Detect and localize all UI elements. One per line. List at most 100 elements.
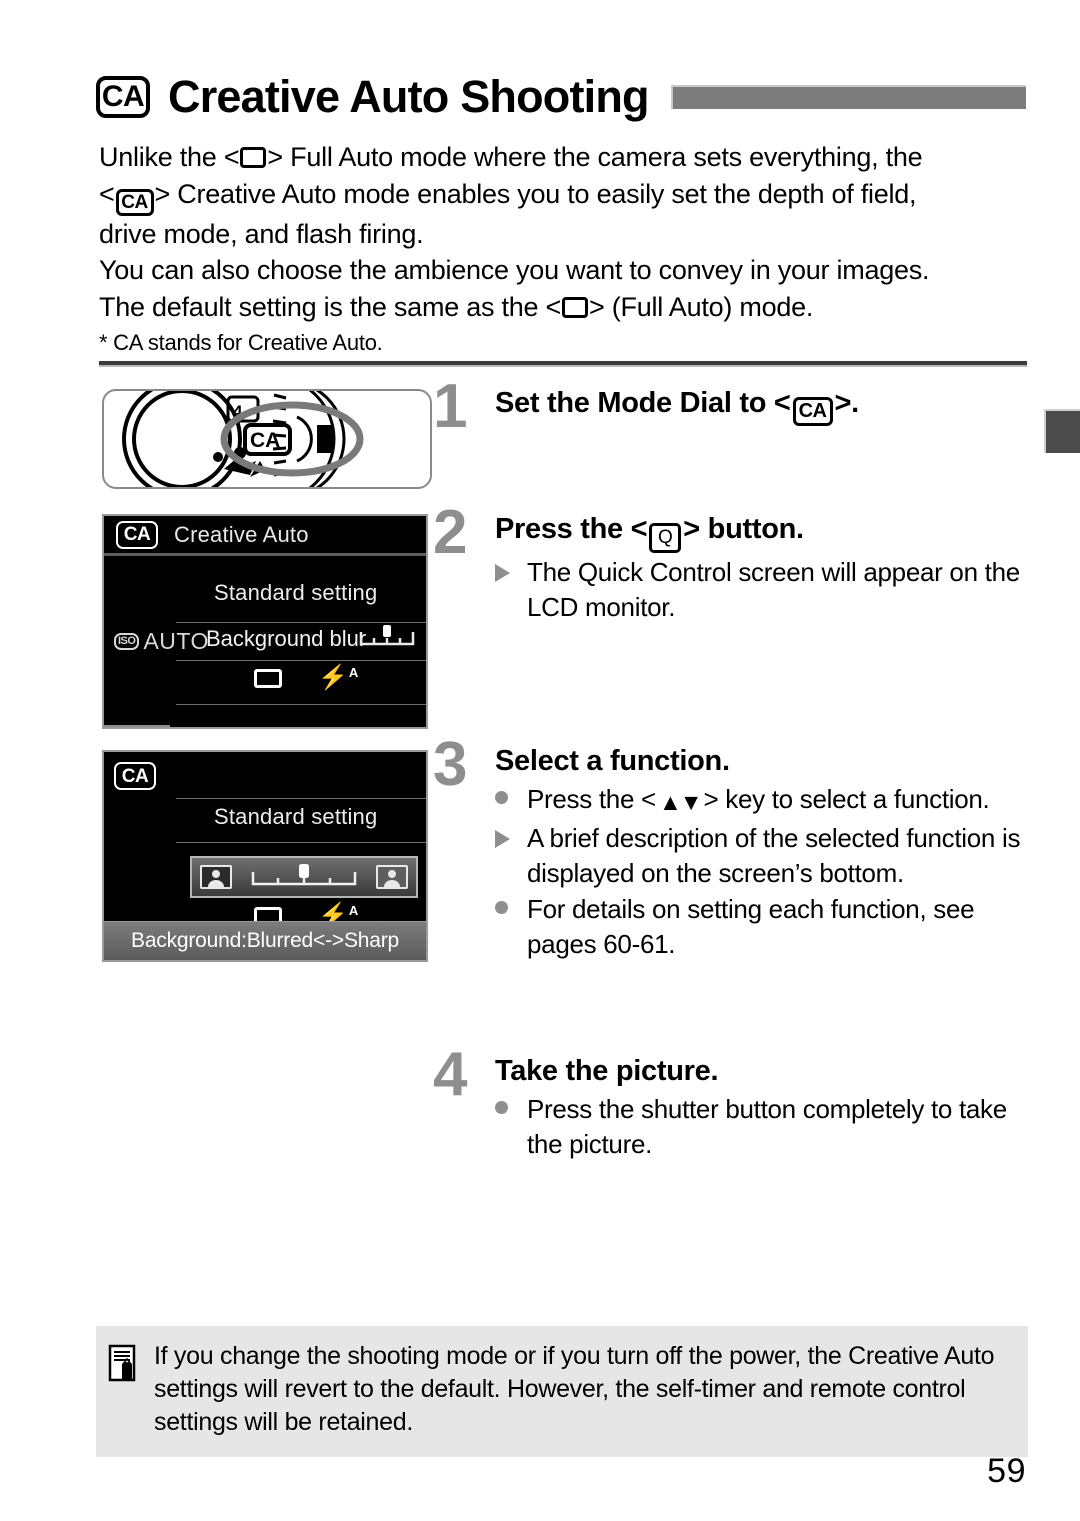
step-4-bullets: Press the shutter button completely to t… [495, 1092, 1029, 1162]
step-4-number: 4 [433, 1040, 468, 1109]
step-3-bullet-1: Press the < ▲▼ > key to select a function. [495, 782, 1029, 820]
dot-bullet-icon-2 [495, 892, 527, 962]
title-decoration-bar [670, 85, 1026, 109]
lcd1-divider-1 [176, 622, 426, 623]
lcd-screen-quick-control: CA Creative Auto Standard setting ISO AUT… [102, 514, 428, 729]
step-2-heading-part-a: Press the < [495, 513, 648, 545]
step-4-bullet-1-text: Press the shutter button completely to t… [527, 1094, 1007, 1159]
lcd1-mode-name: Creative Auto [174, 521, 309, 547]
step-2-heading: Press the < Q > button. [495, 510, 1029, 553]
lcd-screen-function-selected: CA Standard setting ⚡ A Background:Blurre… [102, 750, 428, 962]
full-auto-icon [240, 147, 267, 168]
lcd1-iso-display: ISO AUTO [114, 628, 209, 655]
step-3: 3 Select a function. Press the < ▲▼ > key … [433, 734, 1029, 962]
page-number: 59 [987, 1452, 1026, 1490]
intro-line-1-part-b: > Full Auto mode where the camera sets e… [267, 142, 923, 172]
intro-line-2-part-a: < [99, 178, 115, 209]
intro-line-1: Unlike the < > Full Auto mode where the c… [99, 139, 1029, 176]
mode-dial-illustration: 4 CA [122, 391, 364, 487]
lcd1-iso-value: AUTO [143, 628, 209, 654]
lcd1-drive-flash-row: ⚡ A [254, 666, 358, 690]
step-2-bullet-1: The Quick Control screen will appear on … [495, 555, 1029, 625]
step-1-body: Set the Mode Dial to < CA >. [495, 384, 1029, 426]
lcd1-function-label[interactable]: Background blur [206, 626, 366, 652]
step-3-bullet-2: A brief description of the selected func… [495, 821, 1029, 891]
q-button-icon-step2: Q [649, 523, 682, 553]
sharp-background-icon [376, 865, 408, 889]
step-3-bullet-3: For details on setting each function, se… [495, 892, 1029, 962]
notepad-pencil-icon [108, 1340, 142, 1439]
step-1-number: 1 [433, 372, 468, 441]
step-3-body: Select a function. Press the < ▲▼ > key to… [495, 742, 1029, 962]
section-divider [99, 361, 1027, 367]
intro-line-4: You can also choose the ambience you wan… [99, 255, 930, 285]
lcd1-ca-icon: CA [116, 520, 158, 549]
step-3-bullet-1-part-b: > key to select a function. [703, 784, 990, 814]
step-3-bullets: Press the < ▲▼ > key to select a function.… [495, 782, 1029, 962]
lcd1-divider-3 [176, 704, 426, 705]
dot-bullet-icon-3 [495, 1092, 527, 1162]
svg-text:CA: CA [250, 429, 280, 452]
lcd1-status-bar: Q L [400] [104, 725, 426, 727]
mode-dial-figure: 4 CA [102, 389, 432, 489]
flash-auto-superscript-2: A [348, 903, 359, 918]
blur-level-slider-gauge[interactable] [250, 864, 358, 890]
step-4-body: Take the picture. Press the shutter butt… [495, 1052, 1029, 1162]
chapter-edge-tab [1044, 409, 1080, 453]
iso-icon: ISO [114, 633, 140, 650]
step-1-heading: Set the Mode Dial to < CA >. [495, 384, 1029, 426]
intro-line-5: The default setting is the same as the <… [99, 289, 1029, 326]
background-blur-gauge-icon [359, 625, 415, 646]
lcd2-body: CA Standard setting ⚡ A Background:Blurre… [104, 752, 426, 960]
dot-bullet-icon [495, 782, 527, 820]
background-blur-slider-selected[interactable] [190, 856, 418, 898]
intro-line-2-part-b: > Creative Auto mode enables you to easi… [154, 178, 917, 209]
step-1-ca-icon: CA [792, 396, 833, 426]
flash-auto-icon[interactable]: ⚡ A [318, 666, 358, 690]
quick-control-button-chip[interactable]: Q [104, 725, 170, 727]
step-4-heading: Take the picture. [495, 1055, 719, 1087]
updown-key-icon: ▲▼ [658, 789, 703, 815]
lcd2-divider-2 [176, 842, 426, 843]
page-title: Creative Auto Shooting [168, 71, 650, 122]
note-callout-box: If you change the shooting mode or if yo… [96, 1326, 1028, 1457]
intro-line-1-part-a: Unlike the < [99, 142, 240, 172]
note-text: If you change the shooting mode or if yo… [154, 1342, 995, 1436]
step-1-heading-part-a: Set the Mode Dial to < [495, 387, 791, 419]
step-1: 1 Set the Mode Dial to < CA >. [433, 376, 1029, 438]
step-2-number: 2 [433, 498, 468, 567]
step-3-bullet-1-part-a: Press the < [527, 784, 656, 814]
notepad-pencil-glyph [108, 1344, 136, 1382]
step-2-bullets: The Quick Control screen will appear on … [495, 555, 1029, 625]
intro-line-5-part-a: The default setting is the same as the < [99, 291, 562, 322]
lcd1-header: CA Creative Auto [104, 516, 426, 556]
intro-line-3: drive mode, and flash firing. [99, 218, 424, 249]
lcd2-divider-1 [176, 798, 426, 799]
ca-mode-icon: CA [96, 76, 150, 118]
step-4: 4 Take the picture. Press the shutter bu… [433, 1044, 1029, 1162]
intro-line-2: < CA > Creative Auto mode enables you to e… [99, 176, 1029, 216]
step-2-heading-part-b: > button. [683, 513, 804, 545]
lcd1-divider-2 [176, 660, 426, 661]
step-4-bullet-1: Press the shutter button completely to t… [495, 1092, 1029, 1162]
function-description-caption: Background:Blurred<->Sharp [104, 921, 426, 960]
lcd1-ambience-value[interactable]: Standard setting [214, 580, 377, 606]
step-3-bullet-3-text: For details on setting each function, se… [527, 894, 975, 959]
intro-line-5-part-b: > (Full Auto) mode. [589, 291, 814, 322]
step-2-body: Press the < Q > button. The Quick Control … [495, 510, 1029, 625]
lcd1-body: Standard setting ISO AUTO Background blur… [104, 556, 426, 727]
flash-auto-superscript: A [348, 665, 359, 680]
triangle-bullet-icon-2 [495, 821, 527, 891]
ca-mode-icon-inline: CA [115, 188, 154, 216]
triangle-bullet-icon [495, 555, 527, 625]
step-3-bullet-1-text: Press the < ▲▼ > key to select a function. [527, 782, 1029, 820]
full-auto-icon-2 [562, 296, 589, 318]
drive-mode-single-icon[interactable] [254, 668, 282, 688]
step-2-bullet-1-text: The Quick Control screen will appear on … [527, 557, 1020, 622]
blurred-background-icon [200, 865, 232, 889]
intro-footnote: * CA stands for Creative Auto. [99, 330, 383, 355]
intro-text: Unlike the < > Full Auto mode where the c… [99, 139, 1029, 358]
step-3-bullet-2-text: A brief description of the selected func… [527, 823, 1021, 888]
step-2: 2 Press the < Q > button. The Quick Contro… [433, 502, 1029, 625]
lcd2-ambience-value[interactable]: Standard setting [214, 804, 377, 830]
